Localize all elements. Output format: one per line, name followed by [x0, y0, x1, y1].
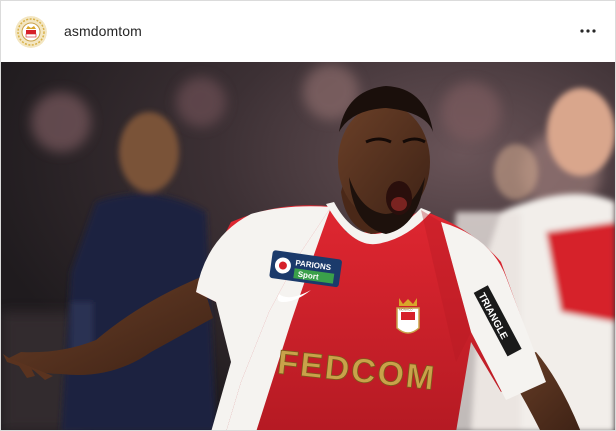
profile-avatar[interactable] — [15, 16, 47, 48]
post-username[interactable]: asmdomtom — [64, 23, 142, 39]
more-options-icon[interactable] — [579, 22, 597, 40]
club-crest-avatar-icon — [15, 16, 47, 48]
post-header: asmdomtom — [1, 1, 615, 62]
post-photo[interactable]: PARIONS Sport MONACO FEDCOM TRIANGLE — [1, 62, 615, 430]
football-celebration-image: PARIONS Sport MONACO FEDCOM TRIANGLE — [1, 62, 615, 430]
instagram-post: asmdomtom PARIONS Sport MONACO FEDCOM TR… — [0, 0, 616, 431]
club-crest: MONACO — [396, 298, 420, 334]
crest-text: MONACO — [399, 308, 413, 312]
